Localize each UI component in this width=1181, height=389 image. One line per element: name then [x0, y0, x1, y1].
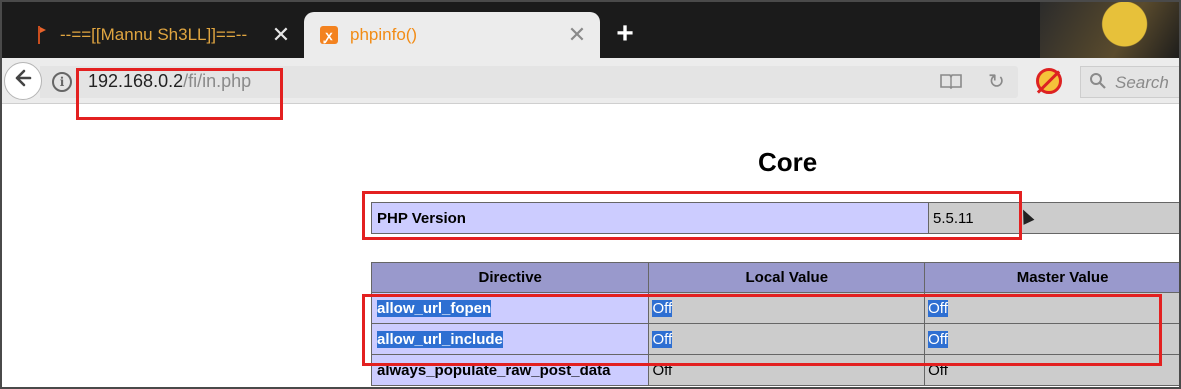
search-box[interactable]: Search: [1080, 66, 1181, 98]
new-tab-button[interactable]: +: [610, 14, 640, 54]
blocked-addon-icon[interactable]: [1036, 68, 1062, 94]
back-arrow-icon: [13, 68, 33, 94]
table-row: allow_url_fopen Off Off: [370, 292, 1181, 324]
directive-table: Directive Local Value Master Value allow…: [370, 262, 1181, 386]
address-bar[interactable]: i 192.168.0.2/fi/in.php ↻: [40, 66, 1018, 98]
version-value: 5.5.11: [928, 202, 1181, 234]
tab-strip: --==[[Mannu Sh3LL]]==-- ✕ ꭙ phpinfo() ✕ …: [0, 0, 1181, 60]
tab-label: --==[[Mannu Sh3LL]]==--: [60, 25, 248, 44]
close-icon[interactable]: ✕: [562, 22, 592, 48]
table-row: always_populate_raw_post_data Off Off: [370, 354, 1181, 386]
xampp-icon: ꭙ: [320, 26, 338, 44]
local-value-cell: Off: [648, 354, 926, 386]
page-content: Core PHP Version 5.5.11 Directive Local …: [0, 105, 1181, 389]
search-placeholder: Search: [1115, 73, 1169, 92]
url-path: /fi/in.php: [183, 71, 252, 91]
url-text[interactable]: 192.168.0.2/fi/in.php: [88, 71, 251, 92]
column-header: Master Value: [924, 262, 1181, 293]
local-value-cell: Off: [648, 292, 926, 324]
version-label: PHP Version: [371, 202, 929, 234]
directive-cell: allow_url_fopen: [370, 292, 650, 324]
directive-cell: always_populate_raw_post_data: [370, 354, 650, 386]
reload-icon[interactable]: ↻: [988, 69, 1005, 94]
table-header-row: Directive Local Value Master Value: [370, 262, 1181, 293]
local-value: Off: [652, 330, 673, 348]
directive-name: allow_url_fopen: [377, 299, 492, 317]
local-value: Off: [652, 299, 673, 317]
column-header: Directive: [370, 262, 650, 293]
back-button[interactable]: [4, 62, 42, 100]
page-title: Core: [758, 147, 818, 177]
directive-cell: allow_url_include: [370, 323, 650, 355]
nav-bar: i 192.168.0.2/fi/in.php ↻ Search: [0, 58, 1181, 104]
info-icon[interactable]: i: [52, 72, 72, 92]
directive-name: allow_url_include: [377, 330, 503, 348]
search-icon: [1089, 72, 1106, 94]
table-row: PHP Version 5.5.11: [371, 202, 1181, 234]
version-table: PHP Version 5.5.11: [371, 202, 1181, 234]
master-value: Off: [928, 299, 948, 317]
theme-artwork: [1040, 0, 1181, 60]
master-value-cell: Off: [924, 354, 1181, 386]
url-host: 192.168.0.2: [88, 71, 184, 91]
tab-phpinfo[interactable]: ꭙ phpinfo() ✕: [304, 12, 600, 58]
reader-view-icon[interactable]: [940, 73, 962, 94]
flag-icon: [30, 26, 48, 44]
tab-shell[interactable]: --==[[Mannu Sh3LL]]==-- ✕: [4, 12, 304, 58]
column-header: Local Value: [648, 262, 926, 293]
table-row: allow_url_include Off Off: [370, 323, 1181, 355]
local-value-cell: Off: [648, 323, 926, 355]
master-value-cell: Off: [924, 292, 1181, 324]
close-icon[interactable]: ✕: [266, 22, 296, 48]
master-value: Off: [928, 330, 948, 348]
tab-label: phpinfo(): [350, 25, 418, 44]
master-value-cell: Off: [924, 323, 1181, 355]
